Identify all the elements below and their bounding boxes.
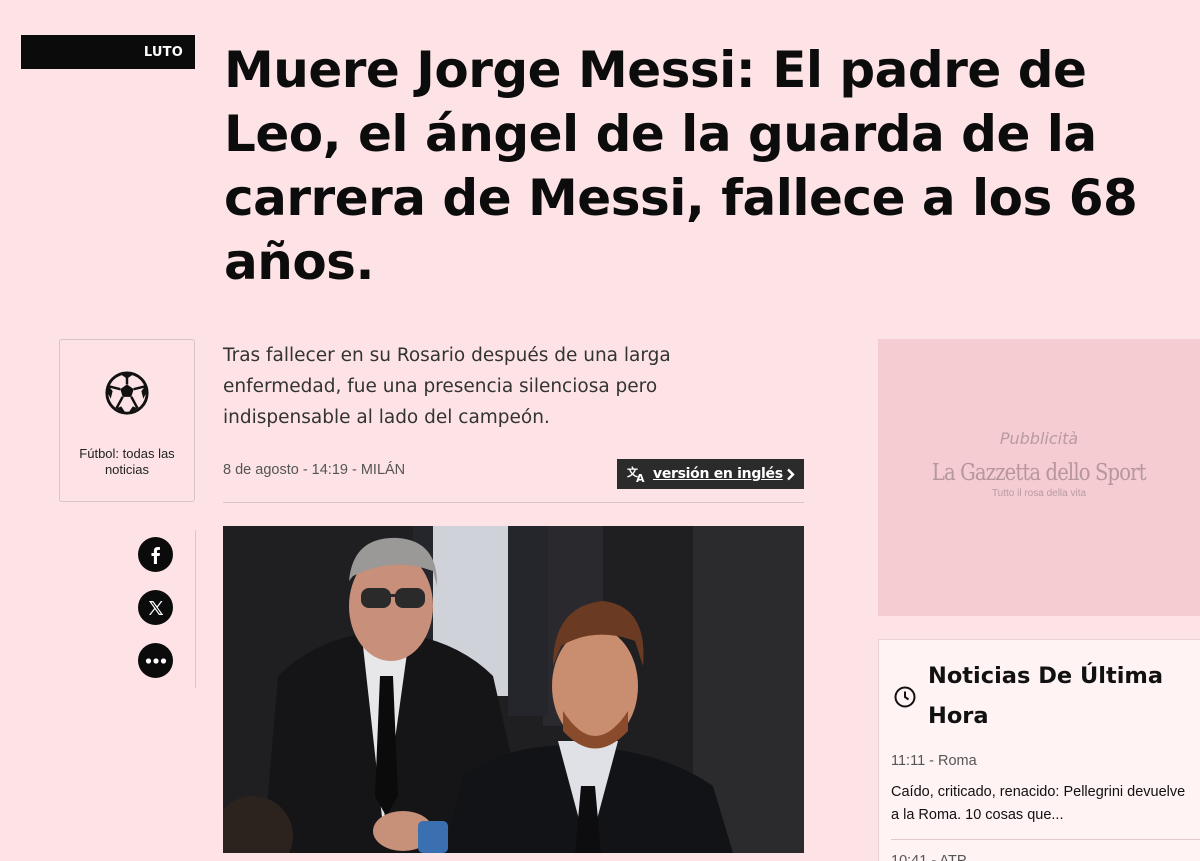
article-headline: Muere Jorge Messi: El padre de Leo, el á… [224, 41, 1138, 291]
clock-icon [894, 686, 916, 708]
breaking-news-box: Noticias De Última Hora 11:11 - Roma Caí… [878, 639, 1200, 861]
category-label: Fútbol: todas las noticias [79, 446, 175, 477]
translate-icon: 文 A [627, 465, 645, 483]
divider [223, 502, 804, 503]
advertisement[interactable]: Pubblicità La Gazzetta dello Sport Tutto… [878, 339, 1200, 616]
english-version-label: versión en inglés [653, 466, 783, 482]
ad-slogan: Tutto il rosa della vita [991, 487, 1087, 499]
news-item-link[interactable]: Caído, criticado, renacido: Pellegrini d… [891, 781, 1191, 827]
chevron-right-icon [787, 468, 795, 480]
news-item-time: 10:41 - ATP [891, 853, 967, 861]
facebook-share-button[interactable] [138, 537, 173, 572]
ad-brand-logo: La Gazzetta dello Sport [932, 459, 1147, 486]
photo-illustration [223, 526, 804, 853]
article-photo[interactable] [223, 526, 804, 853]
more-icon [145, 657, 166, 664]
article-meta: 8 de agosto - 14:19 - MILÁN [223, 462, 406, 478]
article-lead: Tras fallecer en su Rosario después de u… [223, 345, 671, 428]
ad-label: Pubblicità [999, 428, 1079, 448]
divider [891, 839, 1200, 840]
x-share-button[interactable] [138, 590, 173, 625]
facebook-icon [151, 546, 160, 564]
category-link-box[interactable]: Fútbol: todas las noticias [59, 339, 195, 502]
news-item-time: 11:11 - Roma [891, 753, 977, 769]
share-bar [136, 530, 196, 688]
soccer-ball-icon [105, 371, 149, 415]
english-version-button[interactable]: 文 A versión en inglés [617, 459, 804, 489]
x-icon [148, 600, 163, 615]
more-share-button[interactable] [138, 643, 173, 678]
svg-text:A: A [636, 472, 645, 483]
category-tag[interactable]: LUTO [21, 35, 195, 69]
breaking-news-title: Noticias De Última Hora [928, 663, 1164, 729]
